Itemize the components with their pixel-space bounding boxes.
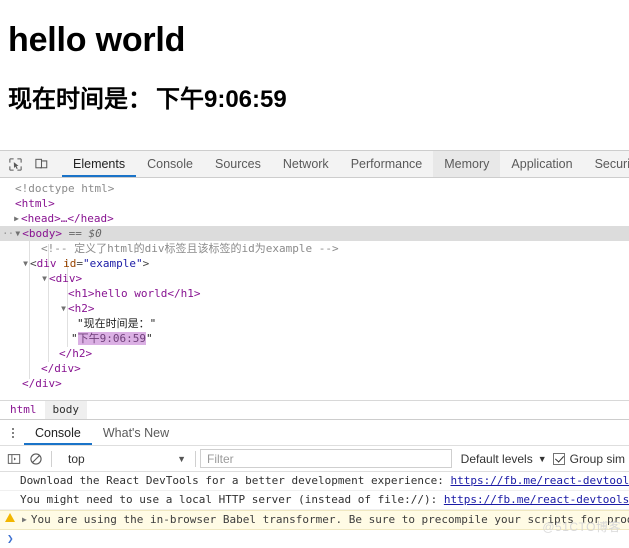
drawer-tabstrip: Console What's New	[0, 420, 629, 446]
tab-sources-label: Sources	[214, 157, 261, 171]
page-title: hello world	[8, 21, 186, 59]
react-devtools-link[interactable]: https://fb.me/react-devtools-	[444, 493, 629, 506]
console-toolbar: top ▼ Filter Default levels ▼ Group sim	[0, 446, 629, 472]
dom-line-text-time[interactable]: "下午9:06:59"	[0, 331, 629, 346]
dom-line-div-inner-close[interactable]: </div>	[0, 361, 629, 376]
tab-console[interactable]: Console	[136, 151, 204, 177]
toolbar-divider	[51, 450, 52, 467]
rendered-page: hello world 现在时间是： 下午9:06:59	[0, 0, 629, 150]
console-prompt[interactable]: ❯	[0, 530, 629, 547]
dom-line-h2-open[interactable]: ▼ <h2>	[0, 301, 629, 316]
dom-line-div-example-close[interactable]: </div>	[0, 376, 629, 391]
console-filter-input[interactable]: Filter	[200, 449, 452, 468]
console-drawer: Console What's New top ▼ Filter Default …	[0, 419, 629, 547]
dom-line-comment[interactable]: <!-- 定义了html的div标签且该标签的id为example -->	[0, 241, 629, 256]
dom-line-h1[interactable]: <h1>hello world</h1>	[0, 286, 629, 301]
execution-context-value: top	[68, 451, 85, 466]
breadcrumb-item-html[interactable]: html	[2, 401, 45, 419]
chevron-down-icon: ▼	[537, 453, 547, 464]
console-message-text: Download the React DevTools for a better…	[20, 473, 629, 489]
scroll-dots: ··	[2, 227, 14, 240]
disclosure-triangle-icon[interactable]: ▶	[20, 512, 31, 528]
warning-triangle-icon	[0, 512, 20, 522]
group-similar-label: Group sim	[569, 451, 625, 466]
log-levels-select[interactable]: Default levels ▼	[452, 452, 553, 466]
console-sidebar-icon[interactable]	[3, 449, 25, 469]
dom-line-h2-close[interactable]: </h2>	[0, 346, 629, 361]
react-devtools-link[interactable]: https://fb.me/react-devtools	[450, 474, 629, 487]
dom-tree[interactable]: <!doctype html> <html> ▶ <head>…</head> ·…	[0, 178, 629, 400]
tab-security[interactable]: Security	[584, 151, 629, 177]
tab-elements[interactable]: Elements	[62, 151, 137, 177]
devtools-panel: Elements Console Sources Network Perform…	[0, 150, 629, 548]
tab-performance-label: Performance	[350, 157, 423, 171]
tab-network[interactable]: Network	[272, 151, 340, 177]
group-similar-toggle[interactable]: Group sim	[552, 451, 625, 466]
message-gutter	[0, 492, 20, 493]
tab-memory-label: Memory	[444, 157, 490, 171]
tab-network-label: Network	[282, 157, 329, 171]
selected-node-marker: == $0	[68, 227, 102, 240]
toolbar-divider	[195, 450, 196, 467]
tab-elements-label: Elements	[73, 157, 126, 171]
drawer-tab-whats-new[interactable]: What's New	[92, 420, 180, 445]
execution-context-select[interactable]: top ▼	[60, 449, 191, 468]
tab-application[interactable]: Application	[500, 151, 583, 177]
page-time-heading: 现在时间是： 下午9:06:59	[8, 86, 621, 114]
group-similar-checkbox[interactable]	[552, 452, 565, 465]
tab-memory[interactable]: Memory	[433, 151, 501, 177]
more-options-icon[interactable]	[2, 420, 24, 445]
updated-text-highlight: 下午9:06:59	[77, 332, 146, 345]
tab-performance[interactable]: Performance	[340, 151, 434, 177]
tab-sources[interactable]: Sources	[204, 151, 272, 177]
breadcrumb-item-body[interactable]: body	[44, 401, 87, 419]
prompt-chevron-icon: ❯	[7, 531, 14, 545]
dom-line-head[interactable]: ▶ <head>…</head>	[0, 211, 629, 226]
devtools-tabstrip: Elements Console Sources Network Perform…	[0, 151, 629, 178]
dom-line-body[interactable]: ·· ▼ <body> == $0	[0, 226, 629, 241]
clear-console-icon[interactable]	[25, 449, 47, 469]
chevron-down-icon: ▼	[177, 453, 186, 464]
browser-window: hello world 现在时间是： 下午9:06:59 Elements Co…	[0, 0, 629, 548]
console-message-text: You might need to use a local HTTP serve…	[20, 492, 629, 508]
dom-line-doctype[interactable]: <!doctype html>	[0, 181, 629, 196]
console-messages: Download the React DevTools for a better…	[0, 472, 629, 547]
dom-line-div-inner[interactable]: ▼ <div>	[0, 271, 629, 286]
breadcrumb: html body	[0, 400, 629, 419]
dom-line-text-label[interactable]: "现在时间是："	[0, 316, 629, 331]
console-warning-text: You are using the in-browser Babel trans…	[30, 513, 629, 526]
message-gutter	[0, 473, 20, 474]
devtools-tool-icons	[0, 151, 55, 177]
message-body: Download the React DevTools for a better…	[20, 474, 451, 487]
tab-security-label: Security	[594, 157, 629, 171]
message-body: You might need to use a local HTTP serve…	[20, 493, 444, 506]
console-message-row[interactable]: Download the React DevTools for a better…	[0, 472, 629, 491]
dom-line-div-example[interactable]: ▼ <div id="example">	[0, 256, 629, 271]
devtools-tabs: Elements Console Sources Network Perform…	[62, 151, 629, 177]
console-warning-row[interactable]: ▶ You are using the in-browser Babel tra…	[0, 510, 629, 530]
inspect-element-icon[interactable]	[5, 154, 25, 174]
drawer-tab-console[interactable]: Console	[24, 420, 92, 445]
time-label: 现在时间是：	[8, 86, 152, 114]
tab-console-label: Console	[147, 157, 193, 171]
time-value: 下午9:06:59	[156, 86, 287, 114]
console-message-row[interactable]: You might need to use a local HTTP serve…	[0, 491, 629, 510]
dom-line-html-open[interactable]: <html>	[0, 196, 629, 211]
device-toolbar-icon[interactable]	[31, 154, 51, 174]
log-levels-label: Default levels	[460, 451, 533, 466]
tab-application-label: Application	[511, 157, 573, 171]
